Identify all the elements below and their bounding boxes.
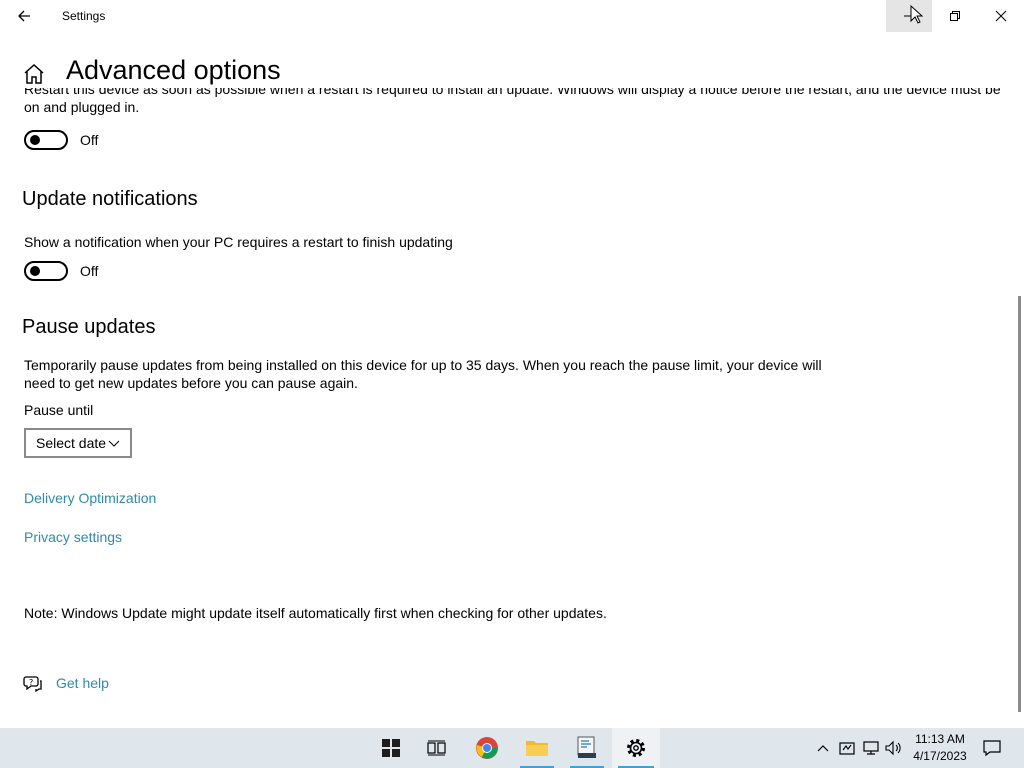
scrollbar-thumb[interactable] (1018, 296, 1021, 712)
get-help-link[interactable]: Get help (56, 675, 109, 691)
pause-date-dropdown[interactable]: Select date (24, 428, 132, 458)
chrome-taskbar-button[interactable] (464, 728, 510, 768)
pause-until-label: Pause until (24, 402, 94, 418)
settings-taskbar-button[interactable] (612, 728, 660, 768)
notifications-description: Show a notification when your PC require… (24, 234, 453, 250)
delivery-optimization-link[interactable]: Delivery Optimization (24, 490, 156, 506)
toggle-knob (30, 135, 40, 145)
app-taskbar-button[interactable] (564, 728, 610, 768)
file-explorer-taskbar-button[interactable] (514, 728, 560, 768)
back-button[interactable] (8, 0, 40, 32)
pause-description: Temporarily pause updates from being ins… (24, 357, 822, 391)
file-explorer-icon (526, 741, 548, 756)
network-icon (863, 741, 879, 755)
notification-center-button[interactable] (980, 728, 1004, 768)
mouse-cursor-icon (910, 5, 924, 24)
restart-toggle-label: Off (80, 132, 99, 148)
task-view-button[interactable] (414, 728, 460, 768)
title-bar: Settings (0, 0, 1024, 32)
chrome-icon (476, 737, 498, 759)
help-chat-icon: ? (23, 676, 42, 692)
minimize-button[interactable] (886, 0, 932, 32)
home-icon[interactable] (22, 62, 46, 86)
notifications-toggle[interactable] (24, 261, 68, 281)
pause-date-value: Select date (36, 435, 107, 451)
clock-date: 4/17/2023 (913, 749, 967, 763)
privacy-settings-link[interactable]: Privacy settings (24, 529, 122, 545)
notifications-toggle-label: Off (80, 263, 99, 279)
network-button[interactable] (860, 728, 882, 768)
start-button[interactable] (368, 728, 414, 768)
task-view-icon (427, 740, 446, 756)
tray-app-button[interactable] (836, 728, 858, 768)
taskbar: 11:13 AM 4/17/2023 (0, 728, 1024, 768)
settings-content: Restart this device as soon as possible … (0, 88, 1016, 728)
update-note: Note: Windows Update might update itself… (24, 605, 607, 621)
update-notifications-heading: Update notifications (22, 188, 198, 210)
back-arrow-icon (18, 10, 30, 22)
app-icon (577, 736, 596, 758)
volume-icon (885, 740, 901, 756)
restore-icon (950, 11, 960, 21)
notification-icon (983, 740, 1001, 757)
start-icon (382, 739, 400, 757)
tray-app-icon (839, 742, 855, 755)
restart-description: Restart this device as soon as possible … (24, 88, 1001, 115)
close-button[interactable] (978, 0, 1024, 32)
svg-text:?: ? (29, 678, 33, 687)
restart-toggle[interactable] (24, 130, 68, 150)
window-title: Settings (62, 9, 106, 23)
show-hidden-icons-button[interactable] (812, 728, 834, 768)
chevron-down-icon (108, 440, 120, 447)
restore-button[interactable] (932, 0, 978, 32)
close-icon (995, 10, 1007, 22)
volume-button[interactable] (883, 728, 905, 768)
clock-time: 11:13 AM (915, 732, 965, 746)
clock[interactable]: 11:13 AM 4/17/2023 (906, 731, 974, 765)
toggle-knob (30, 266, 40, 276)
page-title: Advanced options (66, 55, 281, 85)
settings-icon (627, 739, 645, 757)
chevron-up-icon (817, 745, 829, 752)
pause-updates-heading: Pause updates (22, 316, 156, 338)
